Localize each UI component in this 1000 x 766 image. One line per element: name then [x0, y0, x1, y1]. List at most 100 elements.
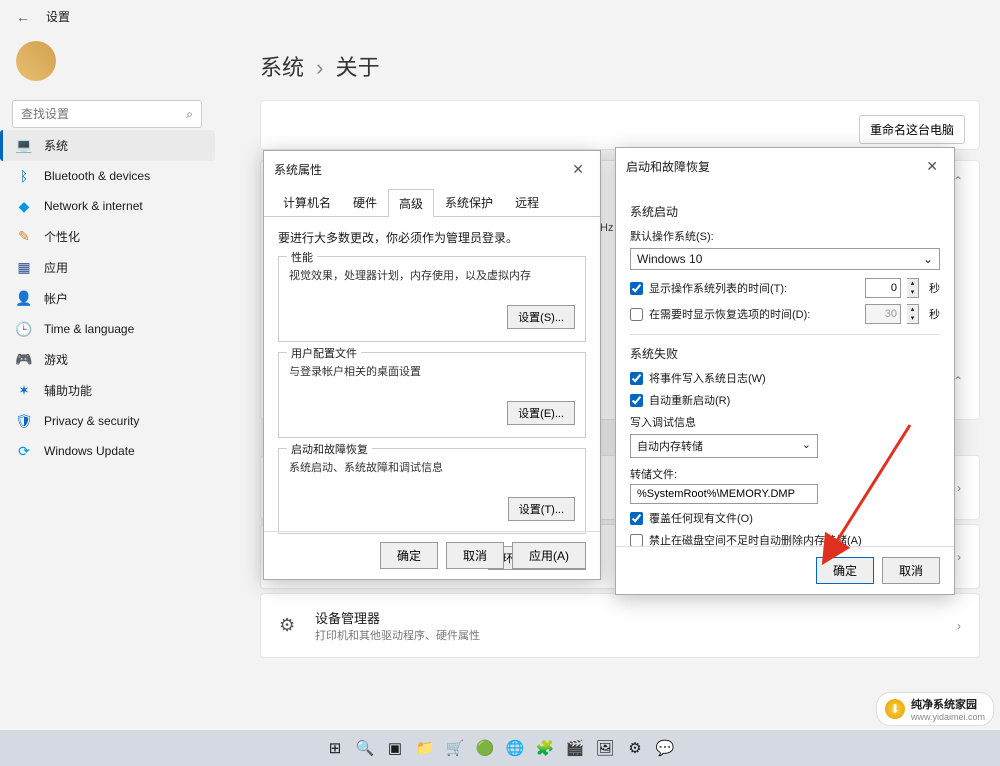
write-log-checkbox[interactable] — [630, 372, 643, 385]
sidebar-item-label: Network & internet — [44, 199, 143, 213]
settings-button[interactable]: 设置(E)... — [507, 401, 575, 425]
tab-1[interactable]: 硬件 — [342, 188, 388, 216]
tab-2[interactable]: 高级 — [388, 189, 434, 217]
sidebar-item-label: 游戏 — [44, 351, 68, 368]
sidebar-item-label: 帐户 — [44, 290, 68, 307]
device-info-box: 重命名这台电脑 — [260, 100, 980, 150]
sidebar-item--[interactable]: 👤 帐户 — [0, 283, 215, 314]
tab-4[interactable]: 远程 — [504, 188, 550, 216]
show-list-seconds[interactable] — [865, 278, 901, 298]
no-delete-checkbox[interactable] — [630, 534, 643, 547]
dialog-title: 系统属性 — [274, 161, 322, 178]
auto-restart-label: 自动重新启动(R) — [649, 392, 730, 408]
taskbar-icon[interactable]: ⚙ — [623, 736, 647, 760]
chevron-down-icon: ⌄ — [923, 252, 933, 266]
close-icon[interactable]: ✕ — [920, 156, 944, 177]
taskbar-icon[interactable]: 🎬 — [563, 736, 587, 760]
app-title: 设置 — [46, 8, 70, 25]
sec-unit: 秒 — [929, 306, 940, 322]
dump-file-label: 转储文件: — [630, 466, 940, 482]
group: 启动和故障恢复系统启动、系统故障和调试信息设置(T)... — [278, 448, 586, 534]
taskbar-icon[interactable]: 📁 — [413, 736, 437, 760]
sidebar-icon: ✎ — [16, 229, 32, 245]
auto-restart-checkbox[interactable] — [630, 394, 643, 407]
watermark: ⬇ 纯净系统家园 www.yidaimei.com — [876, 692, 994, 726]
sidebar-item-time-language[interactable]: 🕒Time & language — [0, 314, 215, 344]
apply-button[interactable]: 应用(A) — [512, 542, 586, 569]
sidebar-icon: ◆ — [16, 198, 32, 214]
sidebar-item-label: Bluetooth & devices — [44, 169, 150, 183]
chevron-down-icon: ⌄ — [802, 438, 811, 454]
sidebar-item-label: 应用 — [44, 259, 68, 276]
show-recovery-checkbox[interactable] — [630, 308, 643, 321]
spinner[interactable]: ▴▾ — [907, 278, 919, 298]
tab-3[interactable]: 系统保护 — [434, 188, 504, 216]
breadcrumb: 系统 › 关于 — [260, 50, 980, 82]
chevron-right-icon: › — [957, 550, 961, 564]
sidebar-item-privacy-security[interactable]: 🛡Privacy & security — [0, 406, 215, 436]
watermark-url: www.yidaimei.com — [911, 712, 985, 722]
show-os-list-checkbox[interactable] — [630, 282, 643, 295]
sidebar-icon: ✶ — [16, 383, 32, 399]
tab-0[interactable]: 计算机名 — [272, 188, 342, 216]
taskbar-icon[interactable]: 🛒 — [443, 736, 467, 760]
rename-button[interactable]: 重命名这台电脑 — [859, 115, 965, 144]
sidebar-item-network-internet[interactable]: ◆ Network & internet — [0, 191, 215, 221]
avatar[interactable] — [16, 41, 56, 81]
sidebar-item--[interactable]: ▦ 应用 — [0, 252, 215, 283]
taskbar-icon[interactable]: 💬 — [653, 736, 677, 760]
ok-button[interactable]: 确定 — [816, 557, 874, 584]
hz-fragment: Hz — [600, 222, 613, 234]
sidebar-icon: ▦ — [16, 260, 32, 276]
ok-button[interactable]: 确定 — [380, 542, 438, 569]
taskbar-icon[interactable]: ⊞ — [323, 736, 347, 760]
sidebar-icon: 🎮 — [16, 352, 32, 368]
system-properties-dialog: 系统属性 ✕ 计算机名硬件高级系统保护远程 要进行大多数更改，你必须作为管理员登… — [263, 150, 601, 580]
cancel-button[interactable]: 取消 — [446, 542, 504, 569]
search-input[interactable] — [21, 107, 186, 121]
sidebar-item-bluetooth-devices[interactable]: ᛒBluetooth & devices — [0, 161, 215, 191]
breadcrumb-current: 关于 — [336, 55, 380, 80]
back-arrow[interactable]: ← — [16, 9, 30, 25]
group-desc: 系统启动、系统故障和调试信息 — [289, 459, 575, 475]
show-os-list-label: 显示操作系统列表的时间(T): — [649, 280, 859, 296]
sidebar-icon: 👤 — [16, 291, 32, 307]
sidebar-item--[interactable]: 💻系统 — [0, 130, 215, 161]
boot-section-label: 系统启动 — [630, 203, 940, 220]
debug-select-value: 自动内存转储 — [637, 438, 703, 454]
sidebar-item-label: Privacy & security — [44, 414, 139, 428]
sidebar-item--[interactable]: 🎮 游戏 — [0, 344, 215, 375]
group: 性能视觉效果，处理器计划，内存使用，以及虚拟内存设置(S)... — [278, 256, 586, 342]
settings-button[interactable]: 设置(T)... — [508, 497, 575, 521]
overwrite-checkbox[interactable] — [630, 512, 643, 525]
taskbar-icon[interactable]: 🔍 — [353, 736, 377, 760]
admin-note: 要进行大多数更改，你必须作为管理员登录。 — [278, 229, 586, 246]
taskbar-icon[interactable]: 🧩 — [533, 736, 557, 760]
dump-file-input[interactable] — [630, 484, 818, 504]
fail-section-label: 系统失败 — [630, 345, 940, 362]
taskbar-icon[interactable]: 🟢 — [473, 736, 497, 760]
debug-info-select[interactable]: 自动内存转储 ⌄ — [630, 434, 818, 458]
sidebar-item--[interactable]: ✶辅助功能 — [0, 375, 215, 406]
taskbar: ⊞🔍▣📁🛒🟢🌐🧩🎬🖼⚙💬 — [0, 730, 1000, 766]
debug-info-label: 写入调试信息 — [630, 414, 940, 430]
default-os-select[interactable]: Windows 10 ⌄ — [630, 248, 940, 270]
sidebar-item-windows-update[interactable]: ⟳Windows Update — [0, 436, 215, 466]
related-item[interactable]: ⚙设备管理器打印机和其他驱动程序、硬件属性› — [260, 593, 980, 658]
sidebar: 💻系统ᛒBluetooth & devices ◆ Network & intern… — [0, 130, 215, 466]
close-icon[interactable]: ✕ — [566, 159, 590, 180]
group: 用户配置文件与登录帐户相关的桌面设置设置(E)... — [278, 352, 586, 438]
group-label: 性能 — [287, 249, 317, 265]
sidebar-item-label: Windows Update — [44, 444, 135, 458]
breadcrumb-parent[interactable]: 系统 — [260, 55, 304, 80]
taskbar-icon[interactable]: ▣ — [383, 736, 407, 760]
breadcrumb-sep: › — [316, 55, 323, 80]
taskbar-icon[interactable]: 🌐 — [503, 736, 527, 760]
settings-button[interactable]: 设置(S)... — [507, 305, 575, 329]
sidebar-item--[interactable]: ✎个性化 — [0, 221, 215, 252]
taskbar-icon[interactable]: 🖼 — [593, 736, 617, 760]
cancel-button[interactable]: 取消 — [882, 557, 940, 584]
overwrite-label: 覆盖任何现有文件(O) — [649, 510, 753, 526]
search-box[interactable]: ⌕ — [12, 100, 202, 128]
write-log-label: 将事件写入系统日志(W) — [649, 370, 766, 386]
